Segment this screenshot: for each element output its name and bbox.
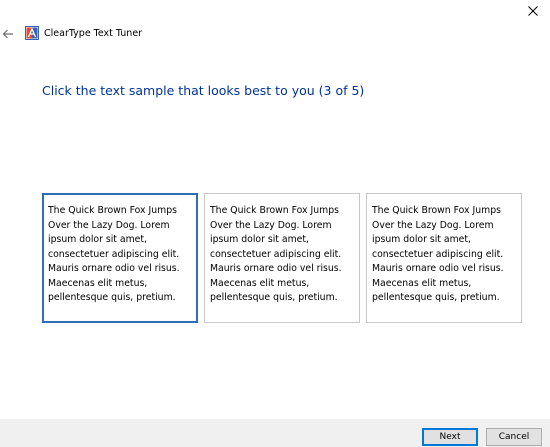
sample-text: The Quick Brown Fox Jumps Over the Lazy … <box>210 205 342 303</box>
text-sample-2[interactable]: The Quick Brown Fox Jumps Over the Lazy … <box>204 193 360 323</box>
back-button[interactable] <box>0 24 16 44</box>
sample-text: The Quick Brown Fox Jumps Over the Lazy … <box>48 205 180 303</box>
back-arrow-icon <box>2 29 13 39</box>
sample-text: The Quick Brown Fox Jumps Over the Lazy … <box>372 205 504 303</box>
close-icon <box>528 6 538 16</box>
instruction-heading: Click the text sample that looks best to… <box>42 83 365 98</box>
button-bar: Next Cancel <box>0 419 550 447</box>
title-bar: ClearType Text Tuner <box>0 24 550 44</box>
app-title: ClearType Text Tuner <box>44 28 143 39</box>
text-sample-3[interactable]: The Quick Brown Fox Jumps Over the Lazy … <box>366 193 522 323</box>
close-button[interactable] <box>516 0 550 22</box>
cleartype-icon <box>25 26 39 40</box>
text-sample-1[interactable]: The Quick Brown Fox Jumps Over the Lazy … <box>42 193 198 323</box>
cancel-button[interactable]: Cancel <box>486 428 542 446</box>
next-button[interactable]: Next <box>422 428 478 446</box>
